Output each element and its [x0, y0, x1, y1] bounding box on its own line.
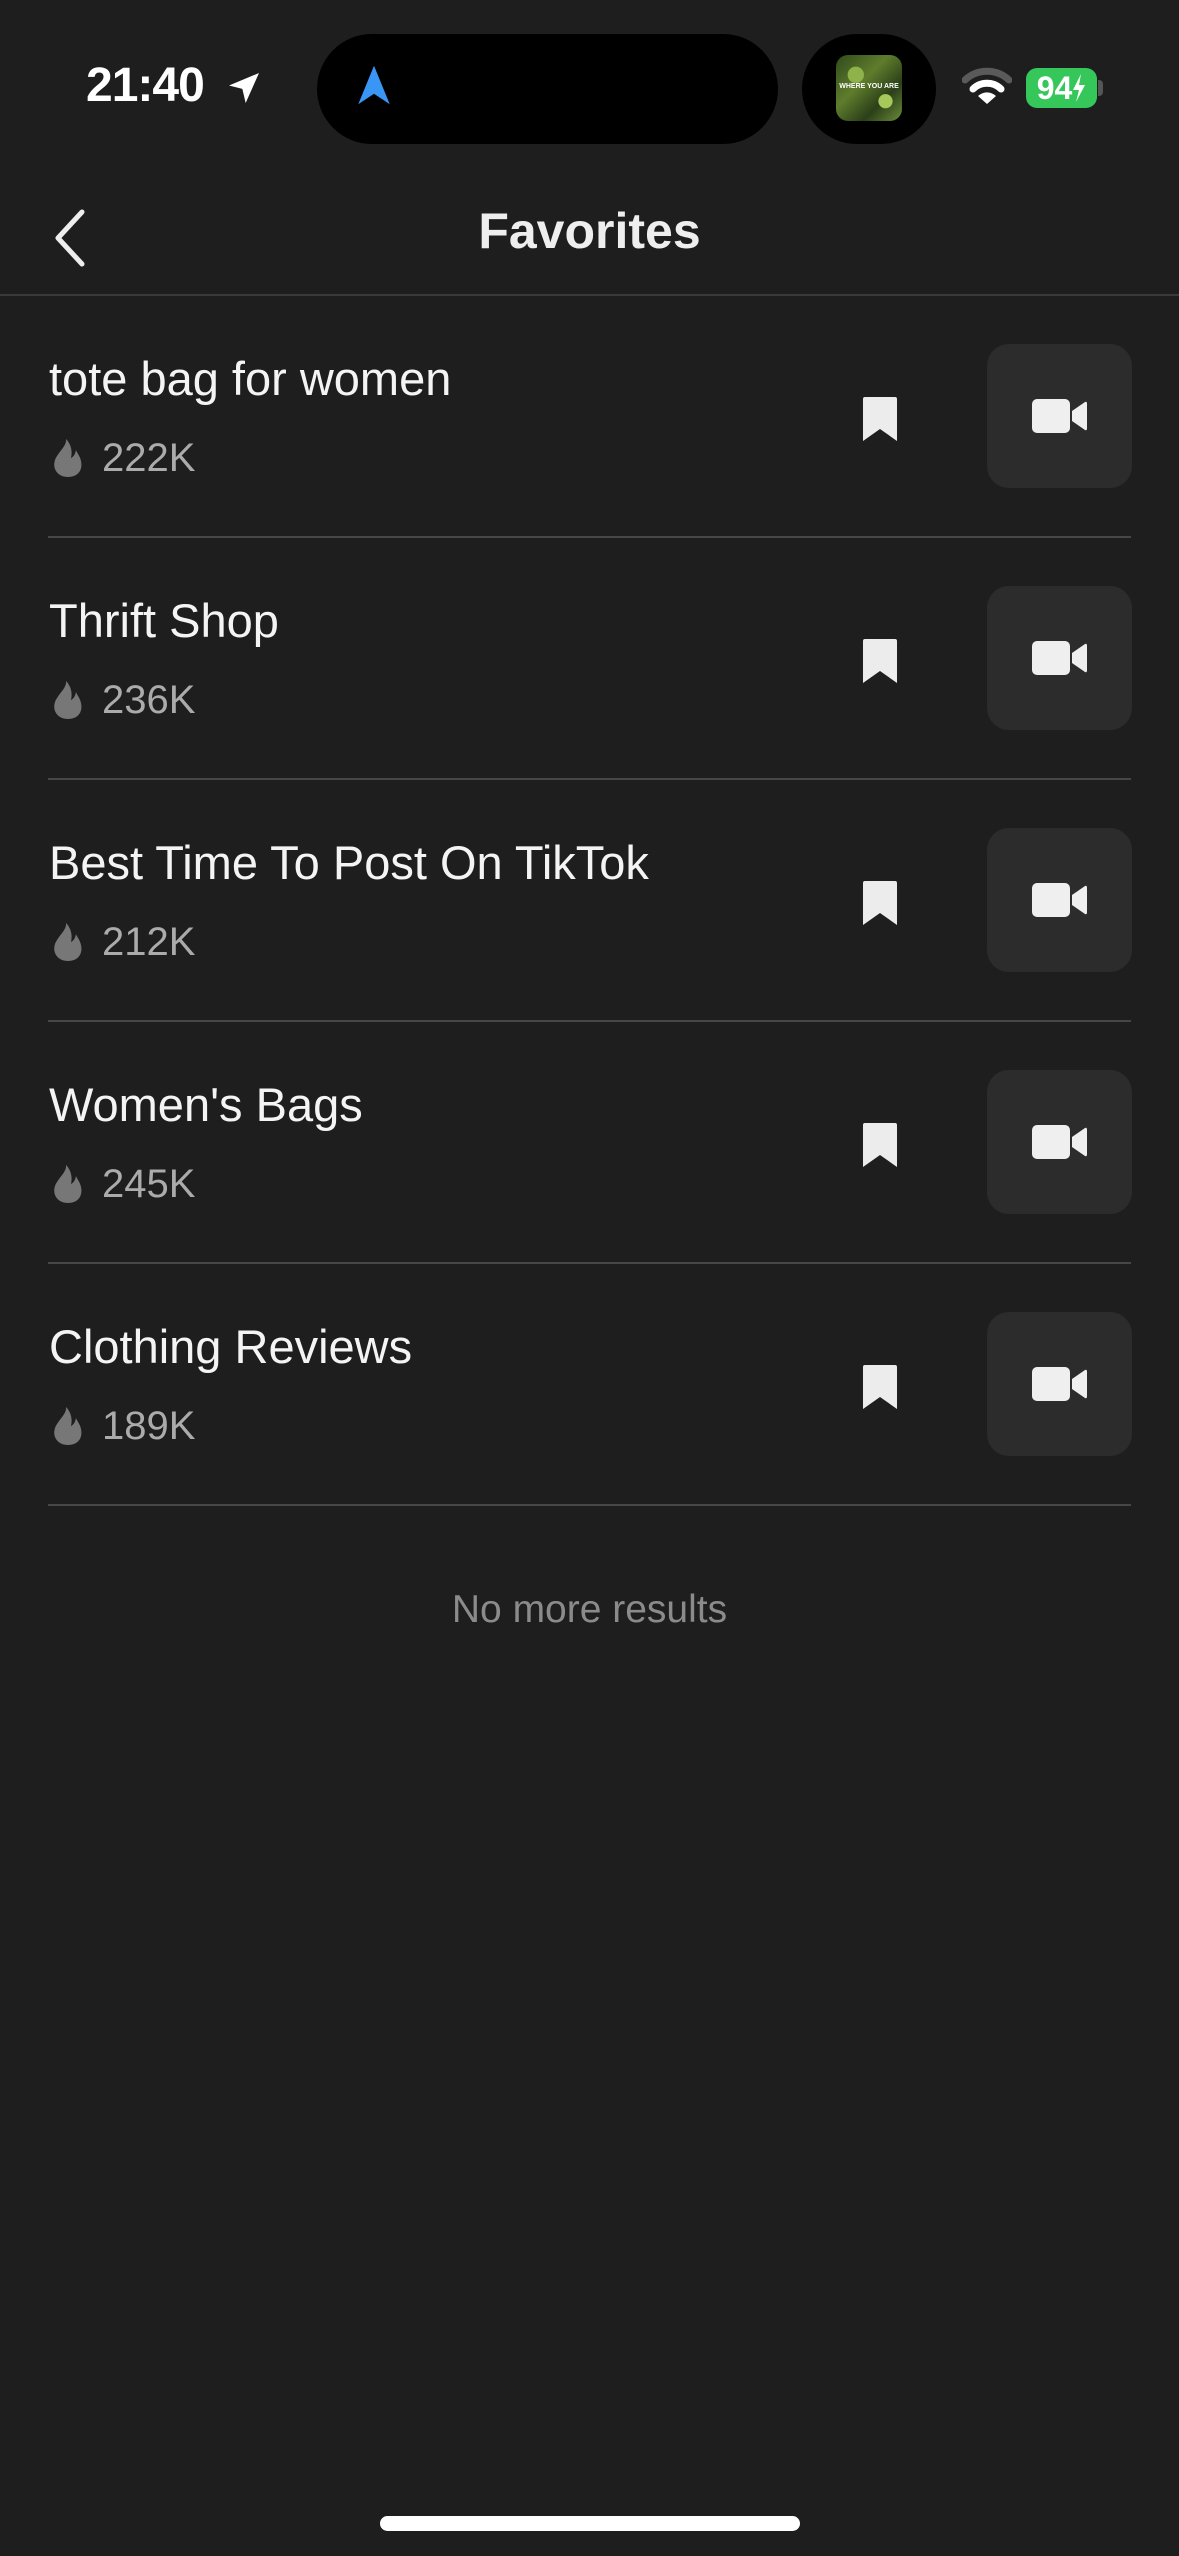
favorite-title: tote bag for women	[49, 352, 452, 405]
favorite-row[interactable]: Best Time To Post On TikTok 212K	[48, 780, 1132, 1022]
video-camera-icon	[1031, 1125, 1087, 1159]
bookmark-icon	[863, 1123, 897, 1167]
favorite-meta: 236K	[52, 678, 195, 722]
page-title: Favorites	[478, 203, 701, 259]
video-button[interactable]	[987, 1312, 1132, 1456]
favorite-count: 222K	[102, 435, 196, 480]
no-more-results: No more results	[451, 1588, 728, 1631]
favorite-meta: 222K	[52, 436, 195, 480]
bookmark-icon	[863, 397, 897, 441]
dynamic-island-navigation[interactable]	[317, 34, 778, 144]
dynamic-island-now-playing[interactable]: WHERE YOU ARE	[802, 34, 936, 144]
bookmark-button[interactable]	[848, 384, 912, 454]
favorite-row[interactable]: Women's Bags 245K	[48, 1022, 1132, 1264]
video-camera-icon	[1031, 399, 1087, 433]
favorite-title: Thrift Shop	[49, 594, 279, 647]
video-button[interactable]	[987, 1070, 1132, 1214]
bookmark-icon	[863, 881, 897, 925]
video-button[interactable]	[987, 344, 1132, 488]
flame-icon	[54, 923, 82, 961]
charging-bolt-icon	[1073, 74, 1086, 102]
bookmark-button[interactable]	[848, 626, 912, 696]
favorite-count: 236K	[102, 677, 196, 722]
favorite-meta: 212K	[52, 920, 195, 964]
favorite-row[interactable]: tote bag for women 222K	[48, 296, 1132, 538]
favorites-list: tote bag for women 222K Thrift Shop 236K	[0, 296, 1179, 1506]
battery-indicator: 94	[1026, 68, 1097, 108]
bookmark-icon	[863, 639, 897, 683]
favorite-row[interactable]: Clothing Reviews 189K	[48, 1264, 1132, 1506]
flame-icon	[54, 681, 82, 719]
favorite-title: Women's Bags	[49, 1078, 363, 1131]
favorite-row[interactable]: Thrift Shop 236K	[48, 538, 1132, 780]
album-title: WHERE YOU ARE	[839, 83, 899, 90]
bookmark-button[interactable]	[848, 868, 912, 938]
battery-nub	[1098, 80, 1103, 96]
flame-icon	[54, 1407, 82, 1445]
status-bar: 21:40 WHERE YOU ARE 94	[0, 0, 1179, 170]
wifi-icon	[962, 67, 1012, 104]
album-art: WHERE YOU ARE	[836, 55, 902, 121]
video-camera-icon	[1031, 883, 1087, 917]
favorite-count: 212K	[102, 919, 196, 964]
video-camera-icon	[1031, 641, 1087, 675]
favorite-title: Best Time To Post On TikTok	[49, 836, 649, 889]
favorite-title: Clothing Reviews	[49, 1320, 413, 1373]
video-camera-icon	[1031, 1367, 1087, 1401]
nav-header: Favorites	[0, 170, 1179, 295]
location-arrow-icon	[229, 73, 259, 103]
bookmark-button[interactable]	[848, 1352, 912, 1422]
favorite-meta: 189K	[52, 1404, 195, 1448]
bookmark-button[interactable]	[848, 1110, 912, 1180]
battery-percent: 94	[1036, 69, 1073, 106]
flame-icon	[54, 1165, 82, 1203]
status-time: 21:40	[86, 59, 205, 112]
video-button[interactable]	[987, 828, 1132, 972]
home-indicator[interactable]	[380, 2516, 800, 2531]
favorite-meta: 245K	[52, 1162, 195, 1206]
favorite-count: 245K	[102, 1161, 196, 1206]
favorite-count: 189K	[102, 1403, 196, 1448]
navigation-arrow-icon	[358, 65, 390, 105]
video-button[interactable]	[987, 586, 1132, 730]
flame-icon	[54, 439, 82, 477]
bookmark-icon	[863, 1365, 897, 1409]
